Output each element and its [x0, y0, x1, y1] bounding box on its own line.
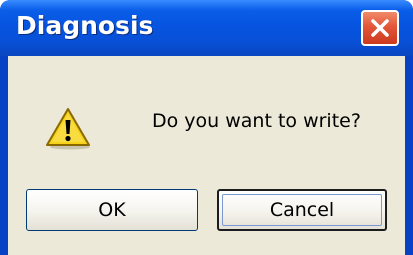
close-icon — [371, 19, 389, 37]
ok-button-label: OK — [98, 199, 126, 221]
dialog-title: Diagnosis — [16, 11, 154, 40]
close-button[interactable] — [361, 10, 399, 46]
ok-button[interactable]: OK — [26, 189, 198, 231]
dialog-window: Diagnosis Do you want to write? OK Cance… — [0, 0, 413, 255]
cancel-button-label: Cancel — [269, 199, 335, 221]
dialog-message: Do you want to write? — [152, 110, 361, 132]
cancel-button[interactable]: Cancel — [217, 189, 387, 231]
warning-icon — [46, 108, 90, 150]
dialog-body: Do you want to write? OK Cancel — [8, 56, 405, 255]
title-bar[interactable]: Diagnosis — [0, 0, 413, 56]
